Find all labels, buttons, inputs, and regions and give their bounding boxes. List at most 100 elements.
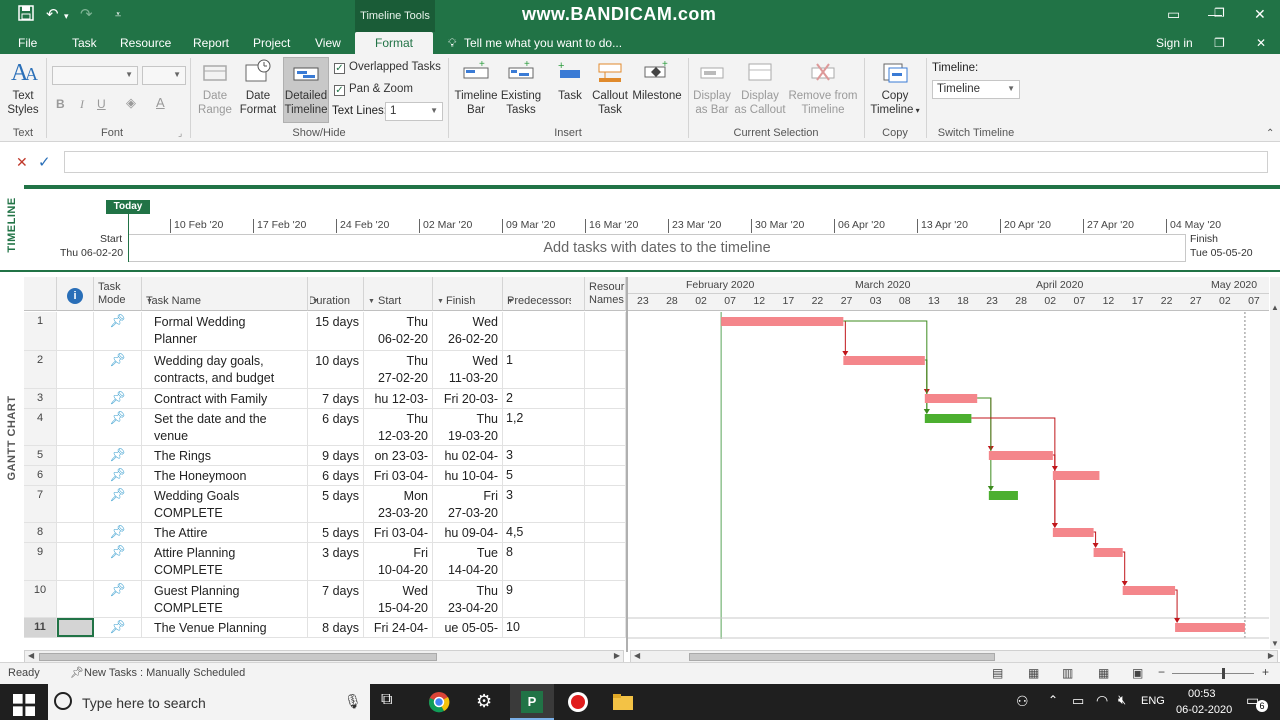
tab-report[interactable]: Report: [193, 36, 229, 50]
text-lines-combo[interactable]: 1 ▼: [385, 102, 443, 121]
resource-names-cell[interactable]: [585, 389, 626, 408]
finish-cell[interactable]: Thu 23-04-20: [433, 581, 503, 617]
window-restore-icon[interactable]: ❐: [1214, 36, 1225, 50]
row-number[interactable]: 8: [24, 523, 57, 542]
milestone-button[interactable]: + Milestone: [630, 58, 684, 103]
start-cell[interactable]: Fri 03-04-20: [364, 466, 433, 485]
date-range-button[interactable]: Date Range: [194, 58, 236, 117]
customize-qat-icon[interactable]: ⩡: [115, 9, 121, 22]
font-size-combo[interactable]: ▼: [142, 66, 186, 85]
new-tasks-mode[interactable]: New Tasks : Manually Scheduled: [84, 667, 245, 679]
predecessors-cell[interactable]: 10: [503, 618, 585, 637]
cancel-entry-icon[interactable]: ✕: [16, 154, 28, 171]
resource-names-cell[interactable]: [585, 409, 626, 445]
finish-cell[interactable]: hu 10-04-20: [433, 466, 503, 485]
timeline-selector-combo[interactable]: Timeline ▼: [932, 80, 1020, 99]
task-bar[interactable]: [1175, 623, 1245, 632]
row-number[interactable]: 4: [24, 409, 57, 445]
zoom-out-icon[interactable]: −: [1158, 665, 1165, 679]
task-mode-cell[interactable]: 📌︎: [94, 409, 142, 445]
tab-resource[interactable]: Resource: [120, 36, 171, 50]
start-cell[interactable]: Fri 03-04-20: [364, 523, 433, 542]
task-mode-cell[interactable]: 📌︎: [94, 466, 142, 485]
finish-cell[interactable]: Wed 26-02-20: [433, 312, 503, 350]
task-name-cell[interactable]: The Rings: [142, 446, 308, 465]
scroll-left-icon[interactable]: ◀: [634, 651, 640, 660]
finish-cell[interactable]: Wed 11-03-20: [433, 351, 503, 388]
task-name-cell[interactable]: Attire Planning COMPLETE: [142, 543, 308, 580]
resource-names-cell[interactable]: [585, 618, 626, 637]
timeline-bar-button[interactable]: + Timeline Bar: [452, 58, 500, 117]
dialog-launcher-icon[interactable]: ⌟: [178, 128, 182, 139]
indicator-cell[interactable]: [57, 543, 94, 580]
duration-cell[interactable]: 5 days: [308, 523, 364, 542]
predecessors-cell[interactable]: 3: [503, 486, 585, 522]
task-mode-cell[interactable]: 📌︎: [94, 486, 142, 522]
task-mode-cell[interactable]: 📌︎: [94, 312, 142, 350]
task-name-header[interactable]: Task Name ▼: [142, 277, 308, 311]
indicator-cell[interactable]: [57, 446, 94, 465]
start-cell[interactable]: hu 12-03-20: [364, 389, 433, 408]
task-bar[interactable]: [924, 394, 978, 403]
report-icon[interactable]: ▣: [1132, 666, 1143, 680]
resource-names-cell[interactable]: [585, 312, 626, 350]
resource-names-cell[interactable]: [585, 581, 626, 617]
task-name-cell[interactable]: Wedding Goals COMPLETE: [142, 486, 308, 522]
table-row[interactable]: 3 📌︎ Contract with Family7 dayshu 12-03-20…: [24, 389, 626, 409]
task-bar[interactable]: [1052, 471, 1100, 480]
taskbar-search[interactable]: Type here to search 🎙︎: [48, 684, 370, 720]
vertical-scrollbar[interactable]: ▲ ▼: [1270, 277, 1280, 649]
task-bar[interactable]: [1093, 548, 1123, 557]
duration-cell[interactable]: 3 days: [308, 543, 364, 580]
callout-task-button[interactable]: Callout Task: [590, 58, 630, 117]
duration-cell[interactable]: 7 days: [308, 581, 364, 617]
timeline-bar[interactable]: Add tasks with dates to the timeline: [128, 234, 1186, 262]
duration-cell[interactable]: 6 days: [308, 409, 364, 445]
indicator-cell[interactable]: [57, 409, 94, 445]
task-name-cell[interactable]: The Honeymoon: [142, 466, 308, 485]
task-name-cell[interactable]: Contract with Family: [142, 389, 308, 408]
start-cell[interactable]: Mon 23-03-20: [364, 486, 433, 522]
tab-view[interactable]: View: [315, 36, 341, 50]
row-number[interactable]: 5: [24, 446, 57, 465]
windows-start-icon[interactable]: [13, 694, 35, 716]
start-cell[interactable]: on 23-03-20: [364, 446, 433, 465]
tab-task[interactable]: Task: [72, 36, 97, 50]
task-name-cell[interactable]: The Venue Planning: [142, 618, 308, 637]
duration-header[interactable]: Duration ▼: [308, 277, 364, 311]
copy-timeline-button[interactable]: Copy Timeline ▾: [868, 58, 922, 118]
text-styles-button[interactable]: AA Text Styles: [4, 58, 42, 117]
display-as-bar-button[interactable]: Display as Bar: [692, 58, 732, 117]
accept-entry-icon[interactable]: ✓: [38, 153, 51, 171]
task-bar[interactable]: [1122, 586, 1176, 595]
table-row[interactable]: 4 📌︎ Set the date and the venue 6 days Thu 12-…: [24, 409, 626, 446]
undo-dropdown-icon[interactable]: ▾: [64, 11, 69, 22]
task-bar[interactable]: [1052, 528, 1094, 537]
resource-names-header[interactable]: Resource Names: [585, 277, 626, 311]
duration-cell[interactable]: 5 days: [308, 486, 364, 522]
finish-cell[interactable]: Fri 27-03-20: [433, 486, 503, 522]
indicator-cell[interactable]: [57, 581, 94, 617]
start-cell[interactable]: Fri 24-04-20: [364, 618, 433, 637]
italic-icon[interactable]: I: [80, 97, 84, 112]
predecessors-cell[interactable]: 3: [503, 446, 585, 465]
window-close-icon[interactable]: ✕: [1256, 36, 1266, 50]
table-row[interactable]: 5 📌︎ The Rings9 dayson 23-03-20hu 02-04-20…: [24, 446, 626, 466]
predecessors-cell[interactable]: 2: [503, 389, 585, 408]
table-row[interactable]: 10 📌︎ Guest Planning COMPLETE 7 days Wed 15-04…: [24, 581, 626, 618]
remove-from-timeline-button[interactable]: Remove from Timeline: [788, 58, 858, 117]
row-number[interactable]: 10: [24, 581, 57, 617]
task-mode-cell[interactable]: 📌︎: [94, 446, 142, 465]
start-cell[interactable]: Thu 06-02-20: [364, 312, 433, 350]
tab-project[interactable]: Project: [253, 36, 290, 50]
task-mode-cell[interactable]: 📌︎: [94, 351, 142, 388]
font-name-combo[interactable]: ▼: [52, 66, 138, 85]
save-icon[interactable]: [18, 5, 34, 25]
task-name-cell[interactable]: Wedding day goals, contracts, and budget: [142, 351, 308, 388]
task-mode-header[interactable]: Task Mode: [94, 277, 142, 311]
indicators-header[interactable]: i: [57, 277, 94, 311]
sign-in-link[interactable]: Sign in: [1156, 36, 1193, 50]
task-name-cell[interactable]: Set the date and the venue: [142, 409, 308, 445]
tab-file[interactable]: File: [18, 36, 37, 50]
duration-cell[interactable]: 6 days: [308, 466, 364, 485]
